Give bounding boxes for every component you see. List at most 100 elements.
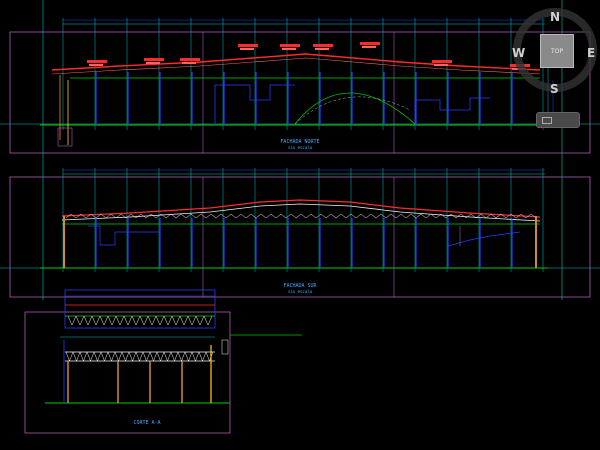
cad-line: [395, 213, 402, 219]
annotation-tag: [313, 44, 333, 47]
section-title: CORTE A-A: [133, 420, 160, 426]
cad-line: [340, 213, 347, 219]
compass-north[interactable]: N: [550, 10, 560, 24]
cad-line: [83, 351, 88, 362]
annotation-tag: [238, 44, 258, 47]
cad-line: [188, 351, 193, 362]
annotation-tag: [362, 46, 376, 48]
cad-line: [170, 351, 175, 362]
cad-line: [130, 213, 137, 219]
cad-drawing-canvas[interactable]: FACHADA NORTE sin escala FACHADA SUR sin…: [0, 0, 600, 450]
cad-line: [118, 351, 123, 362]
frame-elevation-1: [9, 31, 591, 154]
cad-line: [370, 213, 377, 219]
annotation-tag: [315, 48, 329, 50]
cad-line: [198, 351, 203, 362]
cad-line: [180, 213, 187, 219]
cad-line: [265, 213, 272, 219]
cad-line: [185, 213, 192, 219]
cad-line: [147, 315, 153, 326]
viewcube-face-label: TOP: [550, 47, 563, 55]
viewcube-top-face[interactable]: TOP: [540, 34, 574, 68]
viewcube-home-button[interactable]: [536, 112, 580, 128]
cad-line: [111, 351, 116, 362]
cad-line: [220, 213, 227, 219]
cad-line: [171, 315, 177, 326]
cad-line: [260, 213, 267, 219]
cad-line: [365, 213, 372, 219]
cad-line: [240, 213, 247, 219]
cad-line: [320, 213, 327, 219]
cad-line: [135, 351, 140, 362]
cad-line: [90, 351, 95, 362]
cad-line: [199, 315, 205, 326]
cad-line: [375, 213, 382, 219]
cad-line: [325, 213, 332, 219]
annotation-tag: [89, 64, 103, 66]
cad-line: [151, 315, 157, 326]
cad-line: [135, 315, 141, 326]
cad-line: [175, 213, 182, 219]
cad-line: [83, 315, 89, 326]
cad-line: [76, 351, 81, 362]
frame-elevation-2: [9, 176, 591, 298]
cad-line: [174, 351, 179, 362]
compass-east[interactable]: E: [587, 46, 595, 60]
compass-west[interactable]: W: [512, 46, 525, 60]
cad-line: [184, 351, 189, 362]
cad-line: [163, 351, 168, 362]
cad-line: [380, 213, 387, 219]
cad-line: [104, 351, 109, 362]
cad-line: [300, 213, 307, 219]
cad-line: [230, 213, 237, 219]
cad-line: [310, 213, 317, 219]
cad-line: [187, 315, 193, 326]
compass-south[interactable]: S: [550, 82, 559, 96]
cad-line: [146, 351, 151, 362]
cad-line: [100, 351, 105, 362]
cad-line: [72, 351, 77, 362]
cad-line: [405, 213, 412, 219]
cad-line: [202, 351, 207, 362]
cad-line: [205, 213, 212, 219]
cad-line: [350, 213, 357, 219]
cad-line: [69, 351, 74, 362]
section-a-a: CORTE A-A: [45, 289, 302, 426]
cad-line: [97, 351, 102, 362]
cad-line: [67, 315, 73, 326]
cad-line: [175, 315, 181, 326]
cad-line: [79, 351, 84, 362]
cad-line: [225, 213, 232, 219]
cad-line: [270, 213, 277, 219]
annotation-tag: [180, 58, 200, 61]
elevation-1: FACHADA NORTE sin escala: [40, 18, 554, 150]
cad-line: [335, 213, 342, 219]
cad-line: [425, 213, 432, 219]
cad-line: [149, 351, 154, 362]
cad-line: [179, 315, 185, 326]
cad-line: [107, 315, 113, 326]
cad-line: [420, 213, 427, 219]
cad-line: [121, 351, 126, 362]
cad-line: [99, 315, 105, 326]
cad-line: [215, 213, 222, 219]
frame-section: [24, 311, 231, 434]
cad-line: [123, 315, 129, 326]
elevation-2-scale: sin escala: [288, 289, 313, 294]
cad-line: [245, 213, 252, 219]
cad-line: [275, 213, 282, 219]
cad-line: [183, 315, 189, 326]
cad-line: [415, 213, 422, 219]
annotation-tag: [144, 58, 164, 61]
annotation-tag: [434, 64, 448, 66]
cad-line: [155, 315, 161, 326]
cad-line: [177, 351, 182, 362]
cad-line: [295, 213, 302, 219]
cad-line: [128, 351, 133, 362]
cad-line: [131, 315, 137, 326]
cad-line: [91, 315, 97, 326]
cad-line: [114, 351, 119, 362]
cad-line: [210, 213, 217, 219]
cad-line: [280, 213, 287, 219]
cad-line: [115, 315, 121, 326]
